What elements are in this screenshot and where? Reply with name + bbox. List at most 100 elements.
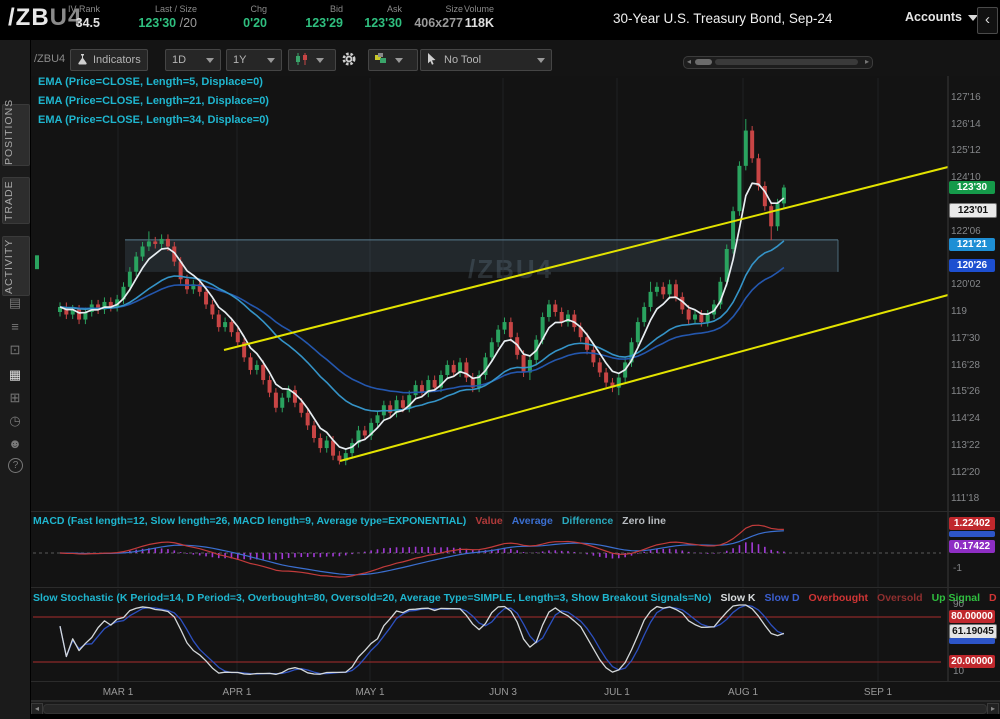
- candle: [115, 299, 119, 307]
- candle: [401, 400, 405, 408]
- candle: [223, 322, 227, 327]
- candle: [426, 380, 430, 393]
- field-value: 118K: [374, 15, 494, 31]
- study-label: Slow Stochastic (K Period=14, D Period=3…: [33, 592, 712, 604]
- price-axis-label: 120'02: [951, 279, 981, 290]
- candle: [236, 332, 240, 342]
- flask-icon: [77, 53, 88, 65]
- candle: [769, 206, 773, 226]
- candle: [83, 312, 87, 320]
- scrollbar-track[interactable]: [715, 59, 858, 65]
- chart-settings-button[interactable]: [341, 51, 357, 72]
- scrollbar-handle[interactable]: [695, 59, 712, 65]
- candle: [503, 322, 507, 330]
- candle: [642, 307, 646, 322]
- sidebar-tab-positions[interactable]: POSITIONS: [2, 104, 30, 166]
- candle: [166, 239, 170, 247]
- watchlist-icon[interactable]: ≡: [0, 317, 30, 337]
- candle: [591, 350, 595, 363]
- scroll-left-icon[interactable]: ◂: [687, 57, 691, 67]
- chart-canvas[interactable]: [0, 0, 1000, 719]
- drawing-palette-icon: [375, 53, 388, 65]
- legend-item: Overbought: [809, 592, 869, 604]
- community-icon[interactable]: ☻: [0, 434, 30, 454]
- orders-icon[interactable]: ⊡: [0, 340, 30, 360]
- legend-item: Down Signal: [989, 592, 997, 604]
- candle: [153, 241, 157, 244]
- indicators-button[interactable]: Indicators: [70, 49, 148, 71]
- chart-type-dropdown[interactable]: [288, 49, 336, 71]
- candle: [604, 372, 608, 382]
- candle: [306, 413, 310, 426]
- candle: [96, 304, 100, 309]
- drawing-tools-dropdown[interactable]: [368, 49, 418, 71]
- chevron-down-icon: [316, 58, 324, 63]
- ema-study-label: EMA (Price=CLOSE, Length=21, Displace=0): [38, 95, 269, 107]
- stoch-axis-label: 10: [953, 666, 964, 677]
- candle: [376, 415, 380, 423]
- candle: [312, 425, 316, 438]
- macd-study-row: MACD (Fast length=12, Slow length=26, MA…: [33, 515, 997, 529]
- candle: [255, 365, 259, 370]
- scroll-right-icon[interactable]: ▸: [865, 57, 869, 67]
- ema-study-label: EMA (Price=CLOSE, Length=5, Displace=0): [38, 76, 263, 88]
- active-tool-dropdown[interactable]: No Tool: [420, 49, 552, 71]
- candle: [77, 309, 81, 319]
- candle: [369, 423, 373, 436]
- candle: [433, 380, 437, 388]
- time-axis-label: MAY 1: [355, 687, 384, 698]
- ema-study-label: EMA (Price=CLOSE, Length=34, Displace=0): [38, 114, 269, 126]
- history-icon[interactable]: ◷: [0, 411, 30, 431]
- candle: [363, 430, 367, 435]
- candle: [464, 362, 468, 377]
- candle: [147, 241, 151, 246]
- quote-field-volume: Volume118K: [374, 4, 494, 31]
- candle: [782, 188, 786, 204]
- candle: [337, 456, 341, 461]
- candle: [382, 405, 386, 415]
- legend-item: Difference: [562, 515, 613, 527]
- accounts-dropdown[interactable]: Accounts: [905, 10, 978, 24]
- time-axis-label: MAR 1: [103, 687, 134, 698]
- candle: [249, 357, 253, 370]
- candle: [572, 315, 576, 328]
- candle: [579, 327, 583, 337]
- candle: [356, 430, 360, 443]
- candle: [109, 302, 113, 307]
- chevron-down-icon: [395, 58, 403, 63]
- collapse-panel-button[interactable]: ‹: [977, 7, 998, 34]
- sidebar: POSITIONS TRADE ACTIVITY▤ ≡ ⊡ ▦ ⊞ ◷ ☻?: [0, 40, 31, 719]
- candle: [350, 443, 354, 453]
- candle: [744, 131, 748, 166]
- candle: [204, 292, 208, 305]
- range-dropdown[interactable]: 1Y: [226, 49, 282, 71]
- timeframe-dropdown[interactable]: 1D: [165, 49, 221, 71]
- sidebar-tab-trade[interactable]: TRADE: [2, 177, 30, 224]
- stoch-value-badge: 20.00000: [949, 655, 995, 668]
- macd-value-badge: [949, 531, 995, 537]
- news-icon[interactable]: ▤: [0, 293, 30, 313]
- help-icon[interactable]: ?: [8, 458, 23, 473]
- candle: [610, 383, 614, 388]
- time-axis-scrollbar[interactable]: ◂ ▸: [30, 701, 1000, 715]
- scrollbar-track[interactable]: [43, 704, 987, 714]
- apps-grid-icon[interactable]: ⊞: [0, 388, 30, 408]
- candle: [452, 365, 456, 373]
- chevron-down-icon: [206, 58, 214, 63]
- sidebar-tab-activity[interactable]: ACTIVITY: [2, 236, 30, 296]
- charts-icon[interactable]: ▦: [0, 365, 30, 385]
- chart-horizontal-scrollbar[interactable]: ◂ ▸: [683, 56, 873, 69]
- candle: [217, 315, 221, 328]
- candle: [242, 342, 246, 357]
- candle: [102, 302, 106, 310]
- candle: [776, 203, 780, 226]
- candle: [274, 393, 278, 408]
- stoch-value-badge: 61.19045: [949, 624, 997, 639]
- candle: [172, 246, 176, 261]
- price-axis-label: 119: [951, 306, 967, 317]
- candle: [471, 378, 475, 388]
- chart-watermark: /ZBU4: [468, 254, 553, 285]
- price-axis-badge: 120'26: [949, 259, 995, 272]
- time-axis-label: APR 1: [223, 687, 252, 698]
- candle: [210, 304, 214, 314]
